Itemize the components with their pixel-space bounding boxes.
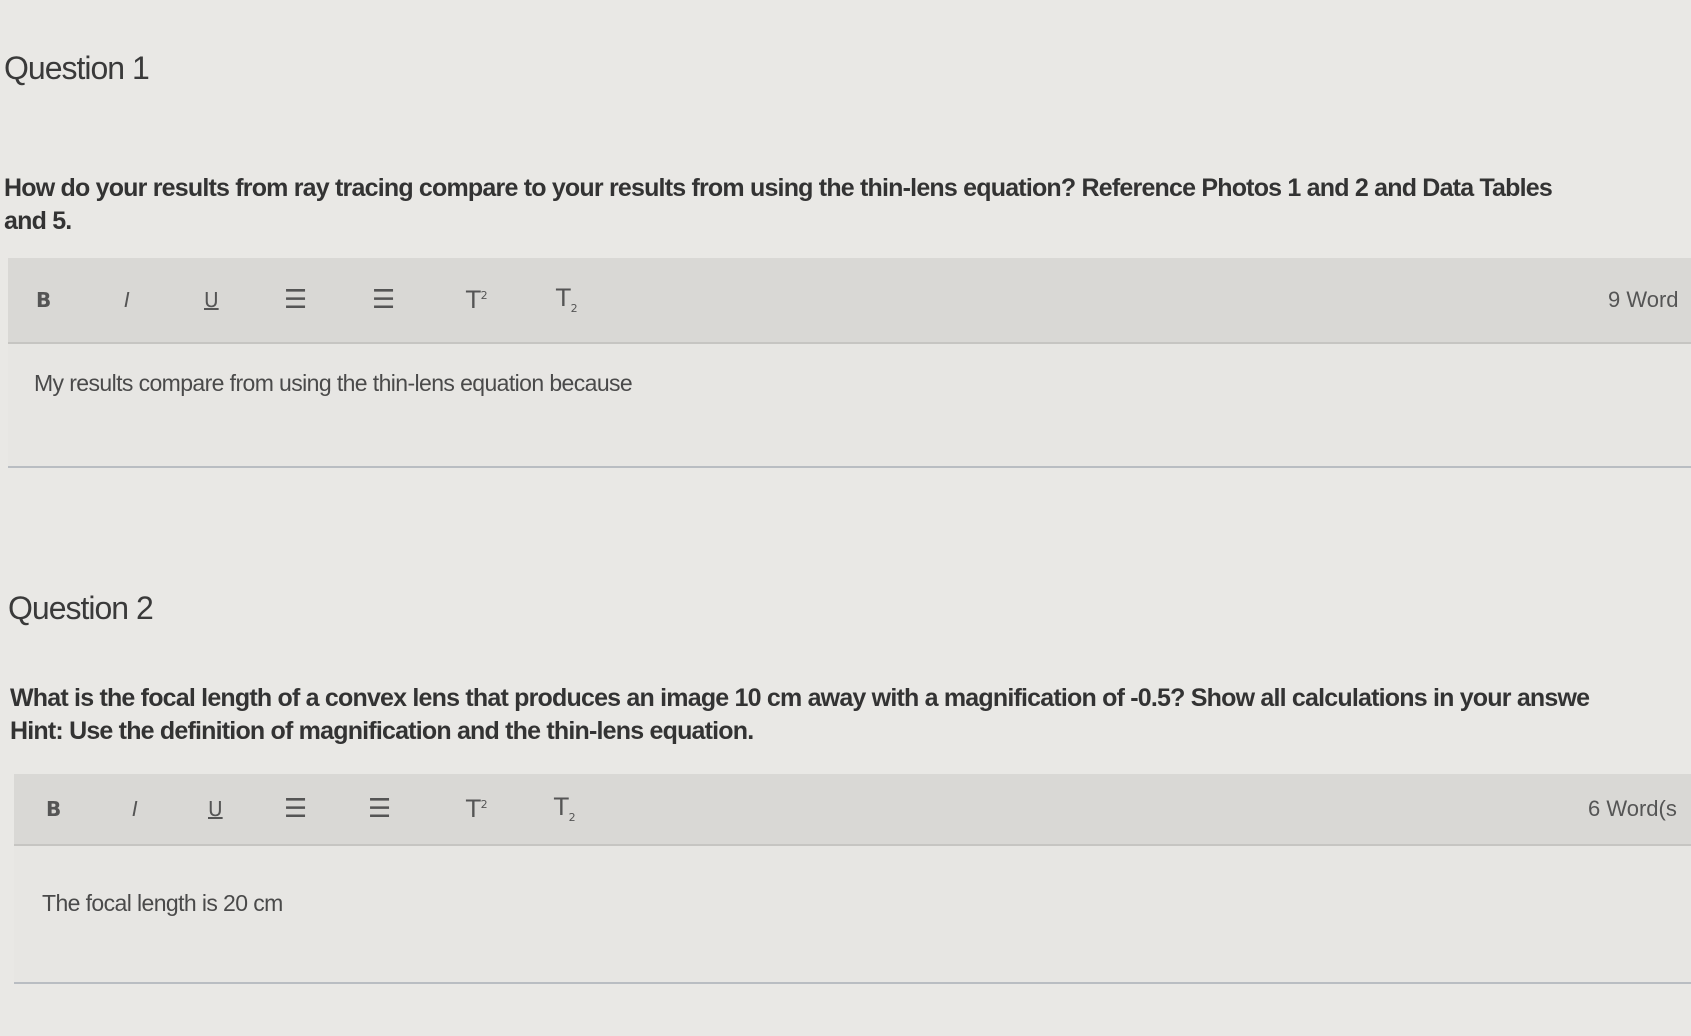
superscript-letter: T [466,286,481,314]
question-2-prompt-line-1: What is the focal length of a convex len… [10,684,1590,712]
superscript-letter: T [466,795,481,823]
question-1-toolbar: B I U ☰ ☰ T2 T2 9 Word [8,258,1691,344]
bold-button[interactable]: B [36,290,51,310]
question-1-word-count: 9 Word [1608,287,1679,312]
question-1-prompt: How do your results from ray tracing com… [4,172,1553,238]
question-2-answer-text: The focal length is 20 cm [42,890,283,916]
superscript-marker-icon: 2 [480,798,488,811]
question-1-answer-field[interactable]: My results compare from using the thin-l… [8,344,1691,466]
bullet-list-icon[interactable]: ☰ [284,287,307,313]
superscript-button[interactable]: T2 [466,288,488,312]
subscript-letter: T [554,793,569,822]
subscript-marker-icon: 2 [570,301,578,315]
question-2-word-count: 6 Word(s [1588,796,1677,821]
question-1-prompt-line-2: and 5. [4,207,72,235]
numbered-list-icon[interactable]: ☰ [372,287,395,313]
subscript-button[interactable]: T2 [556,286,578,314]
question-1-answer-text: My results compare from using the thin-l… [34,370,633,396]
numbered-list-icon[interactable]: ☰ [368,796,391,822]
question-2-toolbar: B I U ☰ ☰ T2 T2 6 Word(s [14,774,1691,846]
bullet-list-icon[interactable]: ☰ [284,796,307,822]
underline-button[interactable]: U [208,799,223,819]
italic-button[interactable]: I [124,290,130,310]
question-1-editor: B I U ☰ ☰ T2 T2 9 Word My results compar… [8,258,1691,468]
bold-button[interactable]: B [46,799,61,819]
question-1-title: Question 1 [4,50,150,86]
question-2-title: Question 2 [8,590,154,626]
question-2-answer-field[interactable]: The focal length is 20 cm [14,846,1691,982]
superscript-marker-icon: 2 [480,289,488,302]
subscript-letter: T [556,284,571,313]
question-2-prompt: What is the focal length of a convex len… [10,682,1590,748]
underline-button[interactable]: U [204,290,219,310]
subscript-marker-icon: 2 [568,810,576,824]
question-2-prompt-line-2: Hint: Use the definition of magnificatio… [10,717,754,745]
question-2-editor: B I U ☰ ☰ T2 T2 6 Word(s The focal lengt… [14,774,1691,984]
italic-button[interactable]: I [132,799,138,819]
question-1-prompt-line-1: How do your results from ray tracing com… [4,174,1553,202]
superscript-button[interactable]: T2 [466,797,488,821]
subscript-button[interactable]: T2 [554,795,576,823]
